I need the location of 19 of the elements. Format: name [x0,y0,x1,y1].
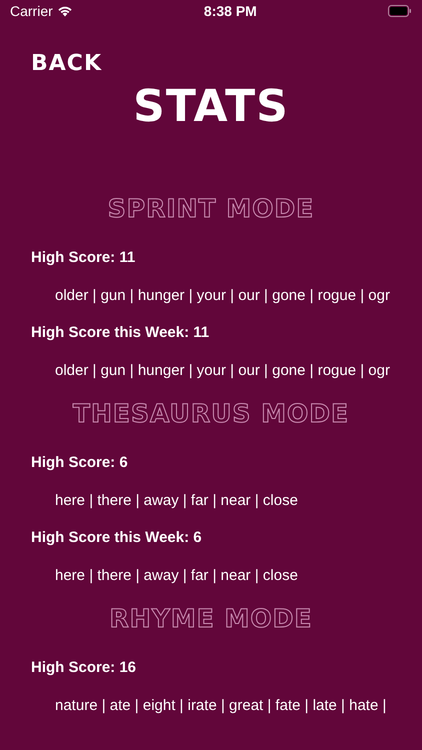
word-list: here | there | away | far | near | close [0,556,422,594]
word-list: older | gun | hunger | your | our | gone | rogue | ogr [0,276,422,314]
high-score-label: High Score: 6 [30,453,129,473]
high-score-label: High Score this Week: 11 [30,323,210,343]
battery-icon [388,5,412,17]
section-heading: THESAURUS MODE [72,398,350,430]
clock-time: 8:38 PM [204,2,257,20]
word-list: older | gun | hunger | your | our | gone | rogue | ogr [0,352,422,389]
carrier-label: Carrier [10,2,53,20]
back-button[interactable]: BACK [31,49,102,79]
section-heading: RHYME MODE [108,603,314,635]
wifi-icon [56,5,73,17]
word-list: here | there | away | far | near | close [0,482,422,519]
high-score-label: High Score: 16 [30,658,138,678]
section-heading: SPRINT MODE [106,193,316,225]
page-title: STATS [132,80,290,134]
word-list: nature | ate | eight | irate | great | fate | late | hate | [0,686,422,724]
high-score-label: High Score this Week: 6 [30,528,203,548]
high-score-label: High Score: 11 [30,248,136,268]
